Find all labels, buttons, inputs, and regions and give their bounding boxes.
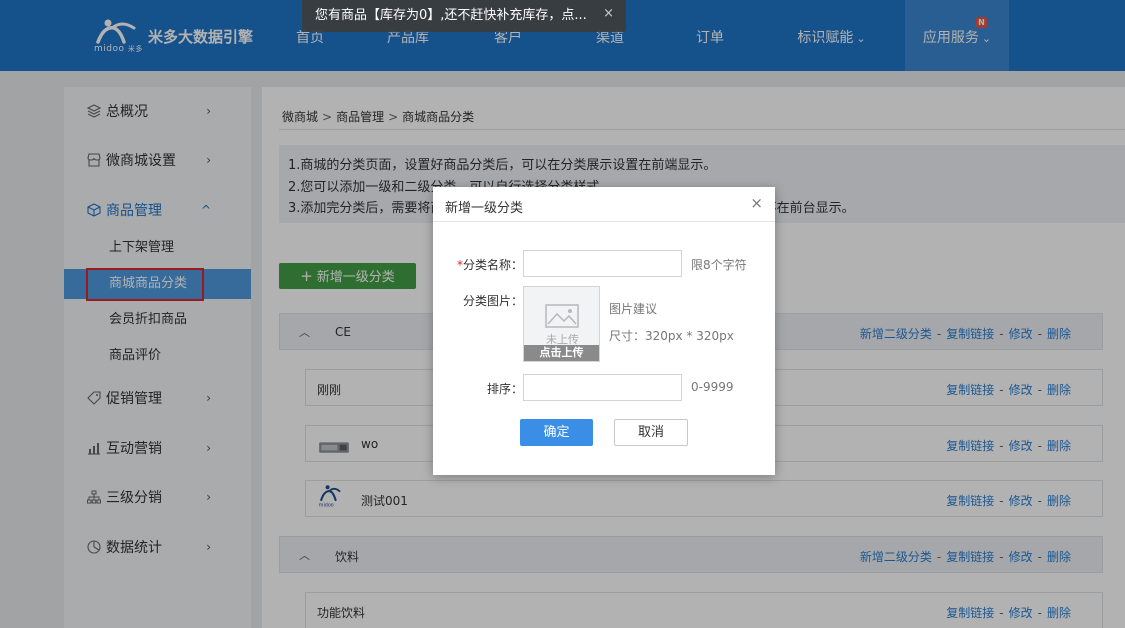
dialog-title: 新增一级分类 xyxy=(445,201,524,216)
image-hint-size: 尺寸：320px * 320px xyxy=(609,329,734,343)
add-category-dialog: 新增一级分类 × *分类名称： 限8个字符 分类图片： 未上传 点击上传 图片建… xyxy=(433,187,775,475)
close-icon[interactable]: × xyxy=(603,0,614,30)
sort-hint: 0-9999 xyxy=(691,380,734,394)
sort-input[interactable] xyxy=(523,374,682,401)
cancel-button[interactable]: 取消 xyxy=(614,419,688,446)
category-image-label: 分类图片： xyxy=(462,294,523,308)
upload-button[interactable]: 点击上传 xyxy=(524,345,599,361)
notification-toast[interactable]: 您有商品【库存为0】,还不赶快补充库存，点... × xyxy=(302,0,626,32)
dialog-header: 新增一级分类 × xyxy=(433,187,775,222)
toast-message[interactable]: 您有商品【库存为0】,还不赶快补充库存，点... xyxy=(315,8,587,23)
image-hint-title: 图片建议 xyxy=(609,302,658,316)
sort-label: 排序： xyxy=(486,382,523,396)
category-name-label: *分类名称： xyxy=(456,258,523,272)
image-placeholder-icon xyxy=(545,304,579,328)
confirm-button[interactable]: 确定 xyxy=(520,419,593,446)
name-hint: 限8个字符 xyxy=(691,258,747,272)
category-name-input[interactable] xyxy=(523,250,682,277)
close-icon[interactable]: × xyxy=(750,194,763,212)
image-upload[interactable]: 未上传 点击上传 xyxy=(523,286,600,362)
